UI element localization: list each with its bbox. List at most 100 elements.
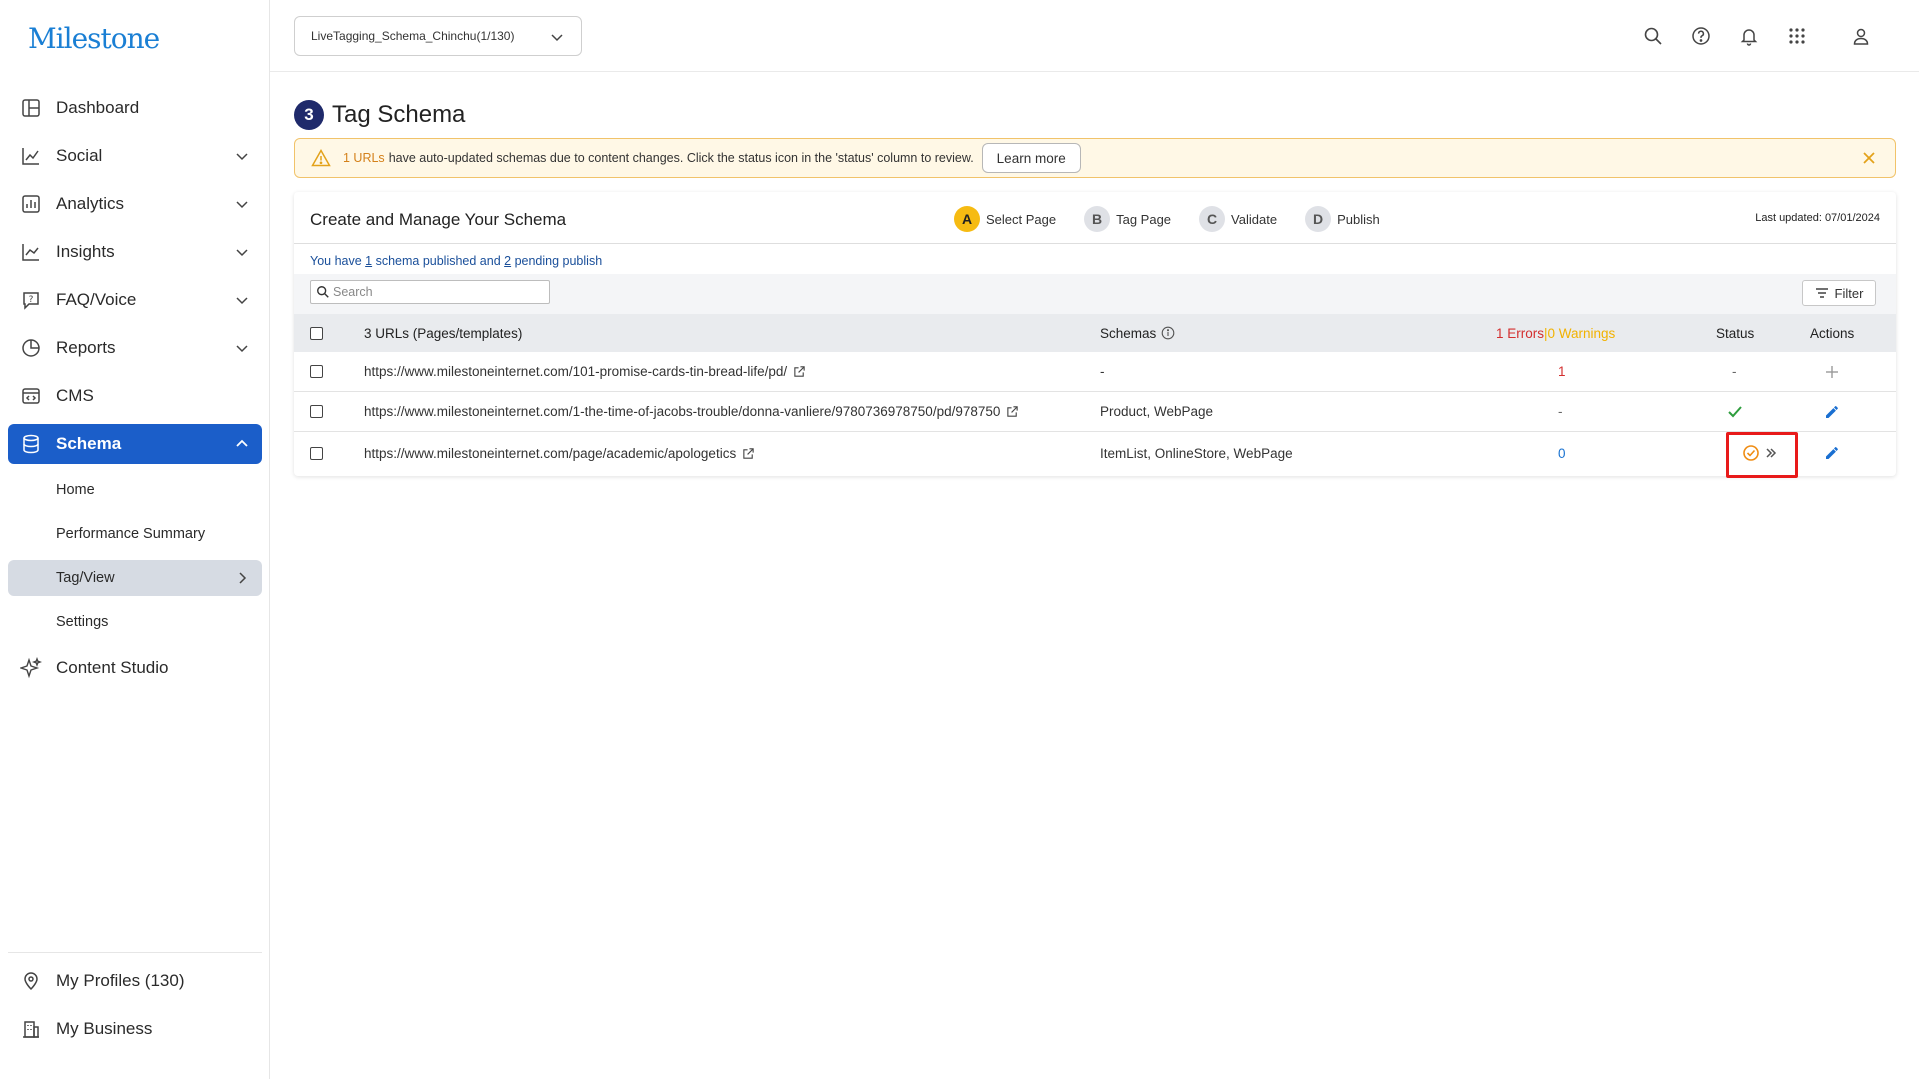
cms-icon [20,385,42,407]
sidebar-subitem-label: Settings [56,614,109,630]
close-icon[interactable] [1861,150,1877,166]
sidebar-item-label: CMS [56,386,94,405]
check-icon[interactable] [1726,403,1744,421]
alert-message: have auto-updated schemas due to content… [388,151,974,165]
step-tag-page[interactable]: B Tag Page [1084,206,1171,232]
chevron-down-icon[interactable] [234,292,250,308]
search-placeholder: Search [333,285,373,299]
external-link-icon[interactable] [742,447,755,460]
step-letter: B [1084,206,1111,232]
sidebar-item-schema[interactable]: Schema [8,424,262,464]
learn-more-button[interactable]: Learn more [981,143,1081,173]
chevron-down-icon[interactable] [234,148,250,164]
url-link[interactable]: https://www.milestoneinternet.com/1-the-… [364,404,1000,419]
sidebar-item-label: Content Studio [56,658,169,677]
step-validate[interactable]: C Validate [1199,206,1277,232]
chevron-down-icon [551,34,563,42]
external-link-icon[interactable] [793,365,806,378]
sidebar-item-content-studio[interactable]: Content Studio [8,648,262,688]
sidebar-item-analytics[interactable]: Analytics [8,184,262,224]
warning-triangle-icon [311,148,331,167]
edit-pencil-icon[interactable] [1824,445,1840,461]
milestone-logo[interactable]: Milestone [28,22,160,55]
chevron-down-icon[interactable] [234,244,250,260]
publish-summary: You have 1 schema published and 2 pendin… [310,254,602,268]
errors-cell[interactable]: 0 [1558,432,1566,474]
summary-middle: schema published and [372,254,505,268]
row-checkbox[interactable] [310,365,323,378]
step-letter: A [954,206,980,232]
alert-url-count: 1 URLs [343,151,385,165]
edit-pencil-icon[interactable] [1824,404,1840,420]
filter-button[interactable]: Filter [1802,280,1876,306]
sidebar-subitem-performance-summary[interactable]: Performance Summary [8,516,262,552]
info-icon[interactable] [1161,326,1175,340]
sidebar-item-label: Insights [56,242,115,261]
sidebar-item-cms[interactable]: CMS [8,376,262,416]
errors-cell: - [1558,404,1563,419]
sidebar-item-social[interactable]: Social [8,136,262,176]
sidebar-item-reports[interactable]: Reports [8,328,262,368]
add-icon[interactable] [1824,364,1840,380]
header-errors: 1 Errors [1496,325,1545,341]
sidebar-item-my-business[interactable]: My Business [8,1009,262,1049]
search-input[interactable]: Search [310,280,550,304]
header-schemas-cell: Schemas [1100,314,1175,352]
step-letter: D [1305,206,1332,232]
bell-icon[interactable] [1735,22,1763,50]
url-link[interactable]: https://www.milestoneinternet.com/101-pr… [364,364,787,379]
sidebar-subitem-label: Tag/View [56,570,115,586]
sparkle-icon [20,657,42,679]
table-toolbar: Search Filter [294,274,1896,314]
sidebar-subitem-label: Home [56,482,95,498]
sidebar-subitem-tag-view[interactable]: Tag/View [8,560,262,596]
chevron-up-icon[interactable] [234,436,250,452]
sidebar-item-label: FAQ/Voice [56,290,137,309]
sidebar-subitem-label: Performance Summary [56,526,206,542]
pie-chart-icon [20,337,42,359]
url-link[interactable]: https://www.milestoneinternet.com/page/a… [364,446,736,461]
sidebar-subitem-home[interactable]: Home [8,472,262,508]
page-title: Tag Schema [332,101,466,128]
bar-chart-icon [20,193,42,215]
table-row: https://www.milestoneinternet.com/page/a… [294,432,1896,478]
chevron-down-icon[interactable] [234,196,250,212]
row-checkbox[interactable] [310,405,323,418]
actions-cell [1824,392,1840,431]
sidebar-item-dashboard[interactable]: Dashboard [8,88,262,128]
schemas-cell: ItemList, OnlineStore, WebPage [1100,445,1293,461]
status-cell: - [1732,364,1737,379]
search-icon[interactable] [1639,22,1667,50]
row-checkbox[interactable] [310,446,323,460]
sidebar-item-my-profiles[interactable]: My Profiles (130) [8,961,262,1001]
user-icon[interactable] [1847,22,1875,50]
filter-icon [1815,288,1828,298]
sidebar-item-insights[interactable]: Insights [8,232,262,272]
select-all-cell [310,314,323,352]
select-all-checkbox[interactable] [310,326,323,340]
url-cell: https://www.milestoneinternet.com/1-the-… [364,392,1019,431]
sidebar-item-label: My Business [56,1019,153,1038]
question-bubble-icon: ? [20,289,42,311]
sidebar-item-faq-voice[interactable]: ? FAQ/Voice [8,280,262,320]
step-select-page[interactable]: A Select Page [954,206,1056,232]
auto-updated-status-icon[interactable] [1742,444,1760,462]
header-errors-cell: 1 Errors | 0 Warnings [1496,314,1615,352]
step-label: Validate [1231,211,1278,227]
help-icon[interactable] [1687,22,1715,50]
apps-grid-icon[interactable] [1783,22,1811,50]
actions-cell [1824,432,1840,474]
double-chevron-right-icon[interactable] [1764,446,1778,460]
sidebar-item-label: Social [56,146,103,165]
chevron-down-icon[interactable] [234,340,250,356]
row-select-cell [310,432,323,474]
card-title: Create and Manage Your Schema [310,210,567,229]
sidebar-subitem-settings[interactable]: Settings [8,604,262,640]
profile-selector[interactable]: LiveTagging_Schema_Chinchu(1/130) [294,16,582,56]
summary-suffix: pending publish [511,254,603,268]
errors-cell[interactable]: 1 [1558,352,1566,391]
top-bar: LiveTagging_Schema_Chinchu(1/130) [270,0,1919,72]
step-publish[interactable]: D Publish [1305,206,1380,232]
card-header: Create and Manage Your Schema A Select P… [294,192,1896,244]
external-link-icon[interactable] [1006,405,1019,418]
